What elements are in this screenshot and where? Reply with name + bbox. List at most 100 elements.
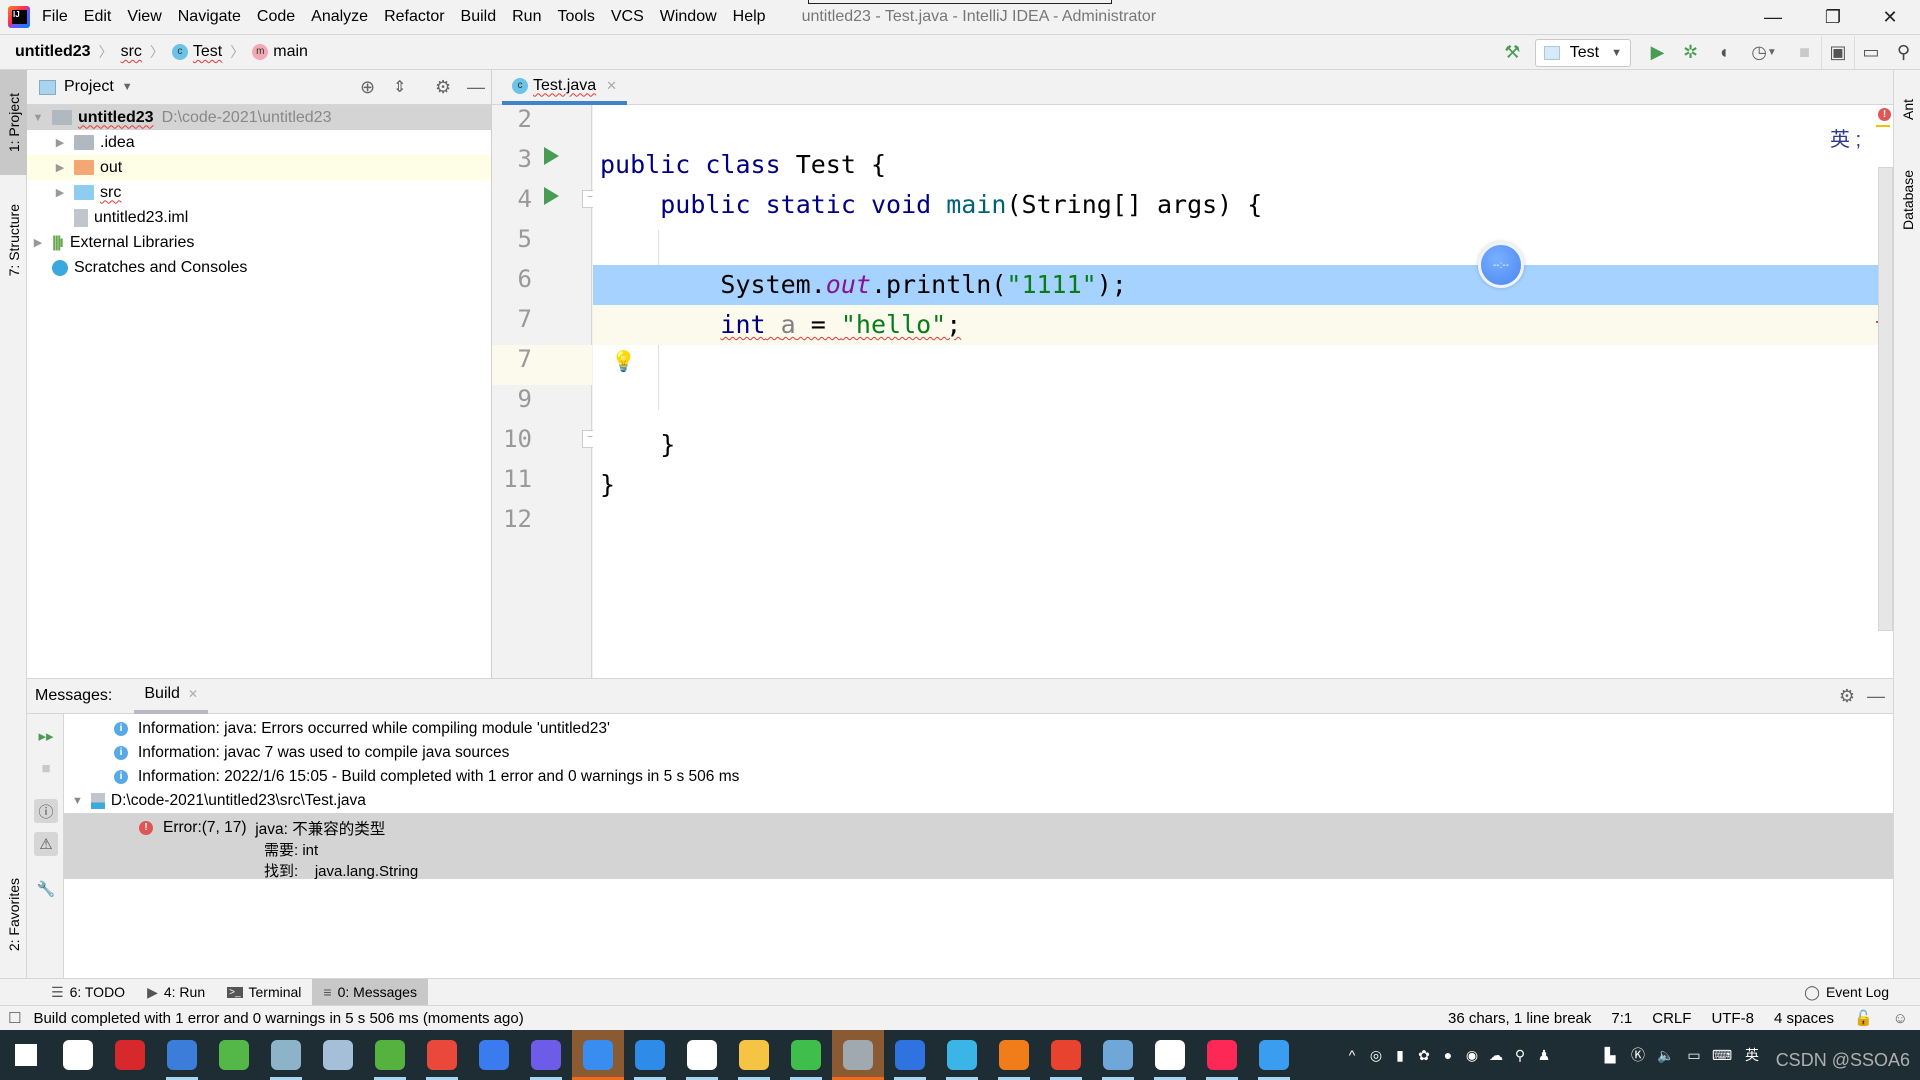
k-tray-icon[interactable]: Ⓚ [1624, 1030, 1652, 1080]
event-log-button[interactable]: ◯ Event Log [1793, 979, 1900, 1006]
taskbar-app-ie[interactable] [208, 1030, 260, 1080]
mic-icon[interactable]: ▮ [1388, 1030, 1412, 1080]
ime-tray-indicator[interactable]: 英 [1736, 1030, 1768, 1080]
breadcrumb-src[interactable]: src [121, 43, 142, 61]
volume-icon[interactable]: 🔈 [1652, 1030, 1680, 1080]
taskbar-app-vnc[interactable] [1144, 1030, 1196, 1080]
taskbar-app-k[interactable] [884, 1030, 936, 1080]
wechat-tray-icon[interactable]: ● [1436, 1030, 1460, 1080]
taskbar-app-bird[interactable] [468, 1030, 520, 1080]
network-icon[interactable]: ▭ [1680, 1030, 1708, 1080]
taskbar-app-paint[interactable] [1092, 1030, 1144, 1080]
taskbar-app-chrome[interactable] [416, 1030, 468, 1080]
tree-item[interactable]: untitled23.iml [27, 205, 491, 230]
taskbar-app-settings[interactable] [676, 1030, 728, 1080]
menu-file[interactable]: File [42, 8, 68, 26]
taskbar-app-window[interactable] [156, 1030, 208, 1080]
inspector-icon[interactable]: ☺ [1893, 1010, 1908, 1027]
editor-scrollbar[interactable] [1878, 167, 1893, 631]
menu-edit[interactable]: Edit [84, 8, 112, 26]
locate-icon[interactable]: ⊕ [360, 77, 375, 98]
expand-icon[interactable]: ▼ [72, 795, 83, 807]
hide-icon[interactable]: — [467, 77, 485, 98]
lock-icon[interactable]: 🔓 [1854, 1009, 1873, 1027]
run-icon[interactable]: ▶ [1641, 36, 1674, 69]
menu-view[interactable]: View [127, 8, 161, 26]
run-class-icon[interactable] [544, 147, 559, 165]
menu-run[interactable]: Run [512, 8, 541, 26]
taskbar-app-translate[interactable] [1248, 1030, 1300, 1080]
menu-build[interactable]: Build [461, 8, 497, 26]
tab-build[interactable]: Build ✕ [134, 679, 209, 714]
collapse-all-icon[interactable]: ⇕ [393, 77, 406, 97]
status-toggle-icon[interactable]: ☐ [8, 1009, 21, 1027]
tree-item[interactable]: ▶ out [27, 155, 491, 180]
project-view-select[interactable]: Project [64, 78, 114, 96]
debug-icon[interactable]: ✲ [1674, 36, 1707, 69]
run-configuration-select[interactable]: Test ▼ [1534, 38, 1631, 67]
taskbar-app-rstudio[interactable] [312, 1030, 364, 1080]
stop-icon[interactable]: ■ [1788, 36, 1821, 69]
lightbulb-icon[interactable]: 💡 [611, 349, 636, 374]
menu-analyze[interactable]: Analyze [311, 8, 368, 26]
run-anything-icon[interactable]: ▭ [1854, 36, 1887, 69]
tree-item[interactable]: ▶ .idea [27, 130, 491, 155]
tab-project[interactable]: 1: Project [0, 70, 27, 175]
taskbar-app-explorer[interactable] [728, 1030, 780, 1080]
expand-icon[interactable]: ▼ [30, 112, 46, 124]
breadcrumb-method[interactable]: m main [252, 43, 308, 61]
taskbar-app-edu[interactable] [832, 1030, 884, 1080]
tray-app-icon[interactable]: ◉ [1460, 1030, 1484, 1080]
status-encoding[interactable]: UTF-8 [1711, 1010, 1754, 1027]
taskbar-app-green[interactable] [364, 1030, 416, 1080]
status-message[interactable]: Build completed with 1 error and 0 warni… [33, 1010, 523, 1027]
show-warnings-icon[interactable]: ⚠ [34, 832, 58, 856]
gear-icon[interactable]: ⚙ [435, 77, 451, 98]
tree-item[interactable]: Scratches and Consoles [27, 255, 491, 280]
close-tab-icon[interactable]: ✕ [606, 78, 617, 94]
tab-test-java[interactable]: c Test.java ✕ [502, 70, 628, 105]
tree-root[interactable]: ▼ untitled23 D:\code-2021\untitled23 [27, 105, 491, 130]
profile-icon[interactable]: ◷ ▼ [1740, 36, 1788, 69]
error-indicator-icon[interactable]: ! [1878, 108, 1891, 121]
tab-messages[interactable]: ≡ 0: Messages [312, 978, 428, 1006]
wrench-icon[interactable]: 🔧 [34, 877, 58, 901]
chevron-down-icon[interactable]: ▼ [122, 81, 133, 93]
breadcrumb-project[interactable]: untitled23 [15, 43, 91, 61]
menu-tools[interactable]: Tools [557, 8, 594, 26]
tab-todo[interactable]: ☰ 6: TODO [40, 979, 136, 1006]
tab-run[interactable]: ▶ 4: Run [136, 979, 216, 1006]
breadcrumb-class[interactable]: c Test [171, 43, 222, 61]
coverage-icon[interactable]: ◖ [1707, 36, 1740, 69]
expand-icon[interactable]: ▶ [52, 136, 68, 149]
error-block[interactable]: ! Error:(7, 17) java: 不兼容的类型 需要: int 找到: … [64, 813, 1893, 880]
warning-stripe[interactable] [1876, 125, 1890, 127]
tab-terminal[interactable]: >_ Terminal [216, 979, 312, 1006]
tab-favorites[interactable]: 2: Favorites [0, 860, 27, 970]
keyboard-icon[interactable]: ⌨ [1708, 1030, 1736, 1080]
expand-icon[interactable]: ▶ [52, 161, 68, 174]
taskbar-app-search[interactable] [988, 1030, 1040, 1080]
taskbar-app-dingtalk[interactable] [572, 1030, 624, 1080]
status-caret-position[interactable]: 7:1 [1611, 1010, 1632, 1027]
minimize-button[interactable]: — [1745, 0, 1801, 35]
taskbar-app-pinwheel[interactable] [52, 1030, 104, 1080]
menu-navigate[interactable]: Navigate [178, 8, 241, 26]
bookmark-tray-icon[interactable]: ▙ [1596, 1030, 1624, 1080]
close-button[interactable]: ✕ [1862, 0, 1918, 35]
taskbar-app-circle[interactable] [520, 1030, 572, 1080]
expand-icon[interactable]: ▶ [52, 186, 68, 199]
taskbar-app-x[interactable] [1040, 1030, 1092, 1080]
menu-window[interactable]: Window [660, 8, 717, 26]
message-row[interactable]: i Information: 2022/1/6 15:05 - Build com… [64, 765, 1893, 789]
qq-tray-icon[interactable]: ♟ [1532, 1030, 1556, 1080]
project-structure-icon[interactable]: ▣ [1821, 36, 1854, 69]
status-indent[interactable]: 4 spaces [1774, 1010, 1834, 1027]
show-info-icon[interactable]: ⓘ [34, 799, 58, 823]
plugin-tray-icon[interactable]: ✿ [1412, 1030, 1436, 1080]
gear-icon[interactable]: ⚙ [1839, 686, 1855, 707]
qq-browser-tray-icon[interactable]: ◎ [1364, 1030, 1388, 1080]
build-hammer-icon[interactable]: ⚒ [1496, 36, 1529, 69]
taskbar-app-cloud[interactable] [936, 1030, 988, 1080]
search-tray-icon[interactable]: ⚲ [1508, 1030, 1532, 1080]
